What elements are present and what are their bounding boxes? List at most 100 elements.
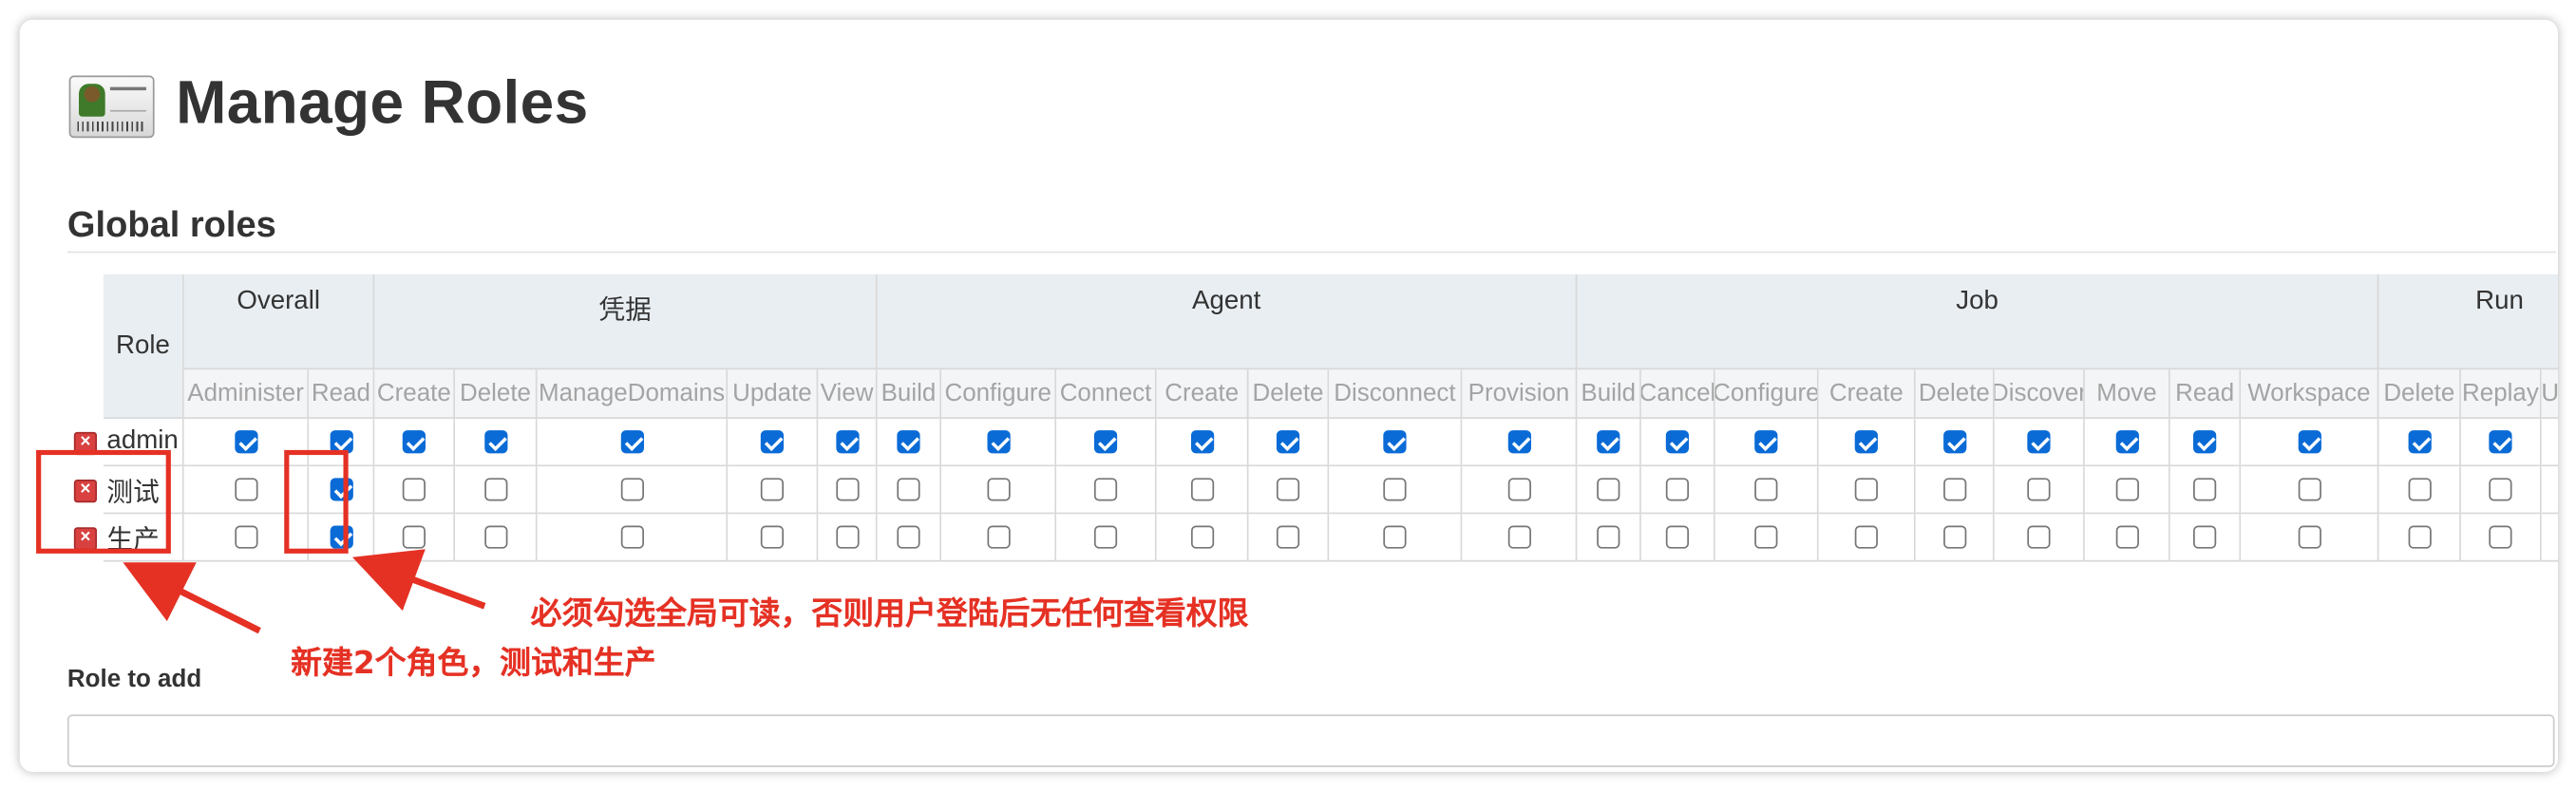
permission-header: Create: [1156, 369, 1249, 420]
permission-header: Administer: [183, 369, 310, 420]
permission-checkbox[interactable]: [1854, 525, 1878, 549]
permission-checkbox[interactable]: [897, 525, 920, 549]
permission-checkbox[interactable]: [1190, 430, 1214, 454]
permission-checkbox[interactable]: [1597, 430, 1620, 454]
permission-checkbox[interactable]: [1665, 478, 1690, 501]
permission-checkbox[interactable]: [1942, 525, 1966, 549]
permission-checkbox[interactable]: [1093, 478, 1118, 501]
permission-checkbox[interactable]: [1942, 430, 1966, 454]
permission-checkbox[interactable]: [1506, 478, 1531, 501]
permission-cell: [1915, 419, 1995, 467]
permission-checkbox[interactable]: [402, 430, 426, 454]
permission-checkbox[interactable]: [619, 430, 644, 454]
permission-checkbox[interactable]: [483, 525, 507, 549]
permission-cell: [1248, 514, 1330, 562]
permission-checkbox[interactable]: [1665, 525, 1690, 549]
permission-cell: [1640, 466, 1715, 515]
permission-checkbox[interactable]: [1276, 478, 1300, 501]
permission-checkbox[interactable]: [2114, 525, 2139, 549]
permission-checkbox[interactable]: [986, 478, 1010, 501]
permission-checkbox[interactable]: [1754, 430, 1778, 454]
permission-cell: [2241, 466, 2379, 515]
permission-checkbox[interactable]: [1190, 525, 1214, 549]
permission-checkbox[interactable]: [619, 478, 644, 501]
permission-checkbox[interactable]: [897, 478, 920, 501]
permission-checkbox[interactable]: [483, 430, 507, 454]
permission-cell: [1056, 514, 1157, 562]
permission-checkbox[interactable]: [1093, 525, 1118, 549]
permission-header: Connect: [1056, 369, 1157, 420]
permission-checkbox[interactable]: [2193, 478, 2217, 501]
permission-cell: [537, 514, 729, 562]
permission-cell: [2084, 466, 2170, 515]
permission-checkbox[interactable]: [1383, 525, 1407, 549]
permission-cell: [1640, 419, 1715, 467]
permission-checkbox[interactable]: [1597, 525, 1620, 549]
permission-checkbox[interactable]: [2407, 430, 2431, 454]
permission-cell: [537, 466, 729, 515]
permission-checkbox[interactable]: [1383, 478, 1407, 501]
permission-checkbox[interactable]: [986, 525, 1010, 549]
permission-cell: [2378, 419, 2461, 467]
permission-header: Workspace: [2241, 369, 2379, 420]
permission-cell: [941, 419, 1057, 467]
permission-checkbox[interactable]: [2027, 525, 2051, 549]
permission-checkbox[interactable]: [1506, 525, 1531, 549]
permission-checkbox[interactable]: [760, 478, 785, 501]
highlight-read-column: [284, 449, 349, 554]
permission-header: Read: [2169, 369, 2242, 420]
permission-checkbox[interactable]: [1854, 478, 1878, 501]
permission-checkbox[interactable]: [402, 478, 426, 501]
permission-checkbox[interactable]: [1276, 525, 1300, 549]
permission-checkbox[interactable]: [234, 525, 257, 549]
permission-checkbox[interactable]: [2114, 478, 2139, 501]
permission-checkbox[interactable]: [2489, 478, 2512, 501]
permission-cell: [2541, 466, 2558, 515]
permission-header: Configure: [941, 369, 1057, 420]
permission-checkbox[interactable]: [1665, 430, 1690, 454]
permission-checkbox[interactable]: [1942, 478, 1966, 501]
permission-cell: [728, 466, 819, 515]
permission-checkbox[interactable]: [2489, 430, 2512, 454]
permission-header: Provision: [1462, 369, 1578, 420]
permission-checkbox[interactable]: [986, 430, 1010, 454]
permission-checkbox[interactable]: [1854, 430, 1878, 454]
permission-checkbox[interactable]: [1093, 430, 1118, 454]
permission-checkbox[interactable]: [2193, 525, 2217, 549]
permission-checkbox[interactable]: [760, 430, 785, 454]
role-to-add-input[interactable]: [66, 714, 2555, 767]
permission-checkbox[interactable]: [1597, 478, 1620, 501]
permission-checkbox[interactable]: [2489, 525, 2512, 549]
permission-checkbox[interactable]: [2114, 430, 2139, 454]
permission-checkbox[interactable]: [760, 525, 785, 549]
permission-checkbox[interactable]: [234, 430, 257, 454]
permission-cell: [1462, 419, 1578, 467]
permission-cell: [2169, 514, 2242, 562]
permission-checkbox[interactable]: [2027, 430, 2051, 454]
permission-checkbox[interactable]: [2297, 430, 2321, 454]
permission-checkbox[interactable]: [1190, 478, 1214, 501]
permission-checkbox[interactable]: [1754, 525, 1778, 549]
permission-checkbox[interactable]: [2297, 478, 2321, 501]
permission-checkbox[interactable]: [835, 478, 859, 501]
permission-checkbox[interactable]: [2027, 478, 2051, 501]
permission-checkbox[interactable]: [2407, 478, 2431, 501]
permission-checkbox[interactable]: [1506, 430, 1531, 454]
permission-checkbox[interactable]: [234, 478, 257, 501]
permission-checkbox[interactable]: [1276, 430, 1300, 454]
permission-header: Delete: [1915, 369, 1995, 420]
permission-cell: [2084, 419, 2170, 467]
permission-checkbox[interactable]: [835, 430, 859, 454]
permission-checkbox[interactable]: [2297, 525, 2321, 549]
permission-checkbox[interactable]: [1383, 430, 1407, 454]
permission-header: Delete: [2378, 369, 2461, 420]
permission-checkbox[interactable]: [619, 525, 644, 549]
permission-checkbox[interactable]: [835, 525, 859, 549]
permission-cell: [2169, 466, 2242, 515]
permission-checkbox[interactable]: [897, 430, 920, 454]
permission-checkbox[interactable]: [1754, 478, 1778, 501]
permission-checkbox[interactable]: [2193, 430, 2217, 454]
permission-checkbox[interactable]: [402, 525, 426, 549]
permission-checkbox[interactable]: [483, 478, 507, 501]
permission-checkbox[interactable]: [2407, 525, 2431, 549]
